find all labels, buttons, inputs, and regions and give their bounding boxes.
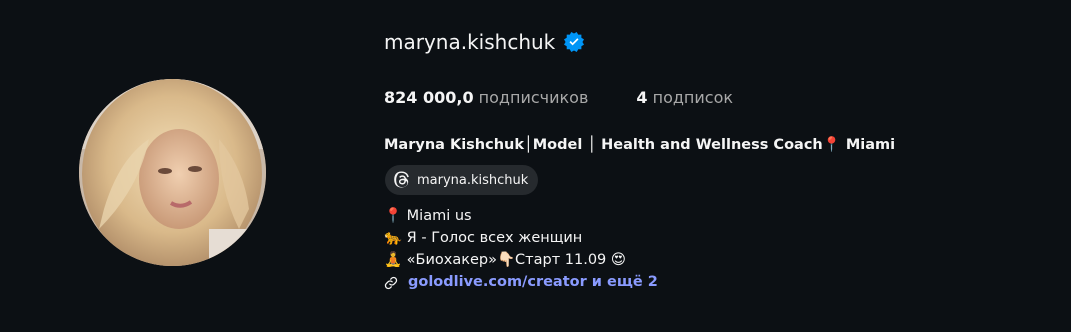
followers-stat[interactable]: 824 000,0 подписчиков: [384, 88, 588, 107]
full-name: Maryna Kishchuk│Model │ Health and Welln…: [384, 137, 896, 153]
following-count: 4: [636, 88, 648, 107]
followers-label: подписчиков: [478, 88, 589, 107]
link-icon: [384, 275, 398, 290]
bio-line-biohacker: 🧘 «Биохакер»👇🏻Старт 11.09 😍: [384, 252, 627, 268]
bio-external-link[interactable]: golodlive.com/creator и ещё 2: [408, 271, 658, 293]
bio-line-voice: 🐆 Я - Голос всех женщин: [384, 230, 583, 246]
profile-stats: 824 000,0 подписчиков 4 подписок: [384, 88, 781, 107]
threads-link-button[interactable]: maryna.kishchuk: [385, 165, 539, 195]
bio-line-location: 📍 Miami us: [384, 208, 472, 224]
verified-badge-icon: [564, 32, 585, 52]
followers-count: 824 000,0: [384, 88, 474, 107]
threads-handle: maryna.kishchuk: [417, 172, 529, 188]
avatar[interactable]: [79, 79, 266, 266]
bio-link-row: golodlive.com/creator и ещё 2: [384, 271, 658, 293]
username-row: maryna.kishchuk: [384, 30, 585, 54]
following-label: подписок: [652, 88, 734, 107]
following-stat[interactable]: 4 подписок: [636, 88, 733, 107]
threads-icon: [393, 171, 411, 189]
profile-header: maryna.kishchuk 824 000,0 подписчиков 4 …: [0, 0, 1071, 332]
username: maryna.kishchuk: [384, 30, 556, 54]
bio-text: 📍 Miami us 🐆 Я - Голос всех женщин 🧘 «Би…: [384, 205, 658, 293]
